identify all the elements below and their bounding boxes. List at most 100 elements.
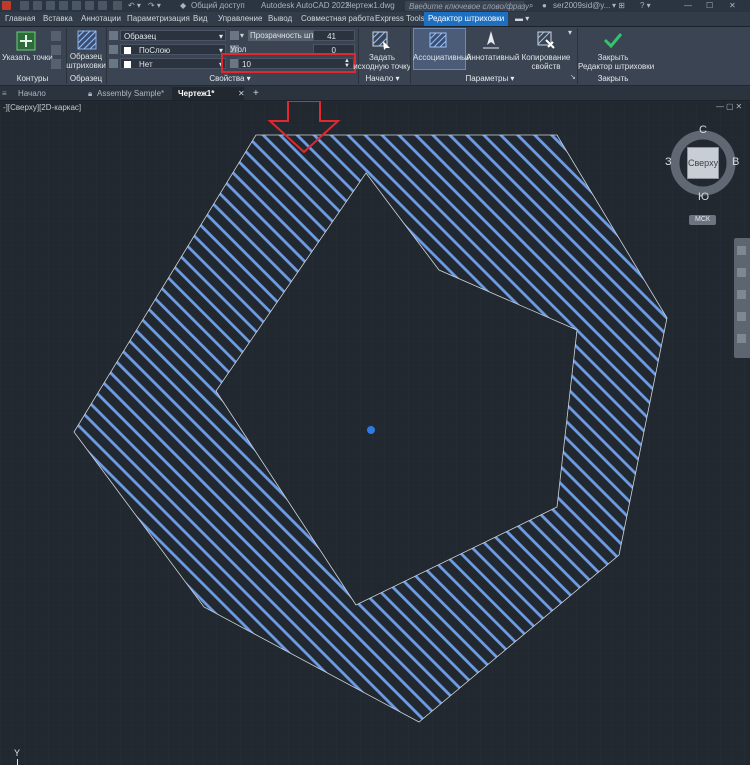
tab-view[interactable]: Вид: [193, 12, 207, 26]
import-icon[interactable]: [72, 1, 81, 10]
tab-output[interactable]: Вывод: [268, 12, 292, 26]
close-editor-label-2[interactable]: Редактор штриховки: [578, 62, 654, 71]
viewport-controls[interactable]: -][Сверху][2D-каркас]: [3, 103, 81, 112]
tab-parametric[interactable]: Параметризация: [127, 12, 190, 26]
drawing-canvas[interactable]: [0, 101, 750, 764]
background-color-value: Нет: [139, 60, 153, 69]
remove-boundary-icon[interactable]: [51, 45, 61, 55]
app-menu-icon[interactable]: [2, 1, 11, 10]
panel-title-close: Закрыть: [597, 74, 629, 83]
background-color-select[interactable]: Нет ▾: [120, 58, 226, 69]
hatch-pattern-label-2[interactable]: штриховки: [66, 61, 106, 70]
close-icon[interactable]: ✕: [729, 0, 736, 11]
transparency-icon: [230, 31, 239, 40]
tab-home[interactable]: Главная: [5, 12, 35, 26]
hatch-type-select[interactable]: Образец ▾: [120, 30, 226, 41]
tab-hatch-editor[interactable]: Редактор штриховки: [424, 12, 509, 26]
ucs-icon: Y: [10, 748, 40, 765]
match-properties-label-2[interactable]: свойств: [520, 62, 572, 71]
panel-title-params[interactable]: Параметры ▾: [455, 73, 525, 84]
hatch-pattern-icon[interactable]: [77, 30, 97, 50]
search-box[interactable]: Введите ключевое слово/фразу: [405, 1, 529, 11]
scale-highlight: [221, 53, 356, 73]
undo-icon[interactable]: ↶ ▾: [128, 0, 141, 11]
select-objects-icon[interactable]: [51, 31, 61, 41]
viewport-window-icon[interactable]: —▢✕: [716, 102, 744, 111]
showmotion-icon[interactable]: [737, 334, 746, 343]
hatch-grip[interactable]: [367, 426, 375, 434]
tab-annotate[interactable]: Аннотации: [81, 12, 121, 26]
pick-points-label[interactable]: Указать точки: [2, 53, 53, 62]
hatch-pattern-label-1[interactable]: Образец: [66, 52, 106, 61]
new-file-icon[interactable]: [20, 1, 29, 10]
annotative-icon[interactable]: [481, 30, 501, 50]
save-icon[interactable]: [46, 1, 55, 10]
annotative-label[interactable]: Аннотативный: [466, 53, 519, 62]
viewcube[interactable]: Сверху С Ю В З: [665, 124, 739, 203]
set-origin-label-2[interactable]: исходную точку: [352, 62, 412, 71]
file-tabs: ≡ Начало 🔒︎ Assembly Sample* Чертеж1* ✕ …: [0, 86, 750, 101]
panel-title-properties[interactable]: Свойства ▾: [190, 73, 270, 84]
pick-points-icon[interactable]: [16, 31, 36, 51]
set-origin-icon[interactable]: [371, 30, 391, 50]
transparency-value: 41: [327, 32, 336, 41]
close-editor-label-1[interactable]: Закрыть: [582, 53, 644, 62]
zoom-icon[interactable]: [737, 290, 746, 299]
compass-south[interactable]: Ю: [698, 191, 709, 203]
help-icon[interactable]: ? ▾: [640, 0, 651, 11]
tab-extra-icon[interactable]: ▬ ▾: [515, 12, 529, 26]
pan-icon[interactable]: [737, 268, 746, 277]
maximize-icon[interactable]: ☐: [706, 0, 713, 11]
tab-express-tools[interactable]: Express Tools: [375, 12, 425, 26]
panel-title-contours[interactable]: Контуры: [5, 73, 60, 84]
transparency-input[interactable]: 41: [313, 30, 355, 41]
search-icon[interactable]: ⌕: [529, 0, 533, 11]
tab-manage[interactable]: Управление: [218, 12, 262, 26]
dialog-launcher-icon[interactable]: ↘: [570, 73, 576, 81]
panel-title-origin[interactable]: Начало ▾: [360, 73, 405, 84]
redo-icon[interactable]: ↷ ▾: [148, 0, 161, 11]
match-properties-icon[interactable]: [536, 30, 556, 50]
share-label[interactable]: Общий доступ: [191, 0, 245, 11]
open-file-icon[interactable]: [33, 1, 42, 10]
match-properties-label-1[interactable]: Копирование: [520, 53, 572, 62]
associative-label: Ассоциативный: [413, 53, 472, 62]
tabs-menu-icon[interactable]: ≡: [2, 87, 7, 100]
navigation-bar[interactable]: [734, 238, 750, 358]
cart-icon[interactable]: ▾ ⊞: [612, 0, 625, 11]
wcs-menu[interactable]: МСК: [689, 215, 716, 225]
minimize-icon[interactable]: —: [684, 0, 692, 11]
hatch-color-select[interactable]: ПоСлою ▾: [120, 44, 226, 55]
file-tab-drawing1[interactable]: Чертеж1*: [172, 87, 244, 100]
tab-insert[interactable]: Вставка: [43, 12, 73, 26]
app-title: Autodesk AutoCAD 2022: [261, 1, 350, 10]
compass-north[interactable]: С: [699, 124, 707, 136]
title-bar: ↶ ▾ ↷ ▾ ◆ Общий доступ Autodesk AutoCAD …: [0, 0, 750, 12]
chevron-down-icon[interactable]: ▾: [240, 30, 244, 41]
hatch-type-icon: [109, 31, 118, 40]
recreate-boundary-icon[interactable]: [51, 59, 61, 69]
new-tab-button[interactable]: +: [253, 87, 259, 100]
share-icon[interactable]: ◆: [180, 0, 186, 11]
hatch-type-value: Образец: [124, 32, 157, 41]
close-tab-icon[interactable]: ✕: [238, 87, 245, 100]
publish-icon[interactable]: [98, 1, 107, 10]
user-icon[interactable]: ●: [542, 0, 547, 11]
viewcube-face-top[interactable]: Сверху: [687, 147, 719, 179]
compass-west[interactable]: З: [665, 156, 672, 168]
file-tab-assembly[interactable]: Assembly Sample*: [91, 87, 170, 100]
compass-east[interactable]: В: [732, 156, 739, 168]
panel-title-pattern: Образец: [69, 74, 103, 83]
orbit-icon[interactable]: [737, 312, 746, 321]
tab-collaborate[interactable]: Совместная работа: [301, 12, 374, 26]
save-as-icon[interactable]: [59, 1, 68, 10]
file-tab-start[interactable]: Начало: [12, 87, 52, 100]
transparency-label[interactable]: Прозрачность шт...: [248, 30, 315, 41]
export-icon[interactable]: [85, 1, 94, 10]
plot-icon[interactable]: [113, 1, 122, 10]
set-origin-label-1[interactable]: Задать: [356, 53, 408, 62]
checkmark-icon[interactable]: [603, 30, 623, 50]
steering-wheel-icon[interactable]: [737, 246, 746, 255]
chevron-down-icon[interactable]: ▾: [568, 28, 572, 37]
user-name[interactable]: ser2009sid@y...: [553, 0, 610, 11]
